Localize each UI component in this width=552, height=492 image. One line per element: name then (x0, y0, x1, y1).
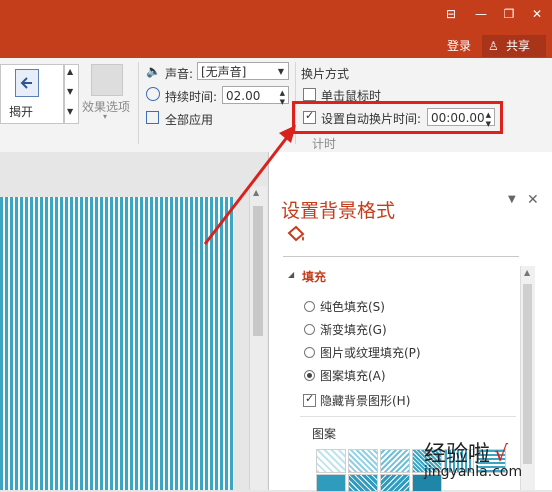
annotation-arrow (203, 125, 296, 245)
watermark-url: jingyanla.com (424, 464, 523, 480)
